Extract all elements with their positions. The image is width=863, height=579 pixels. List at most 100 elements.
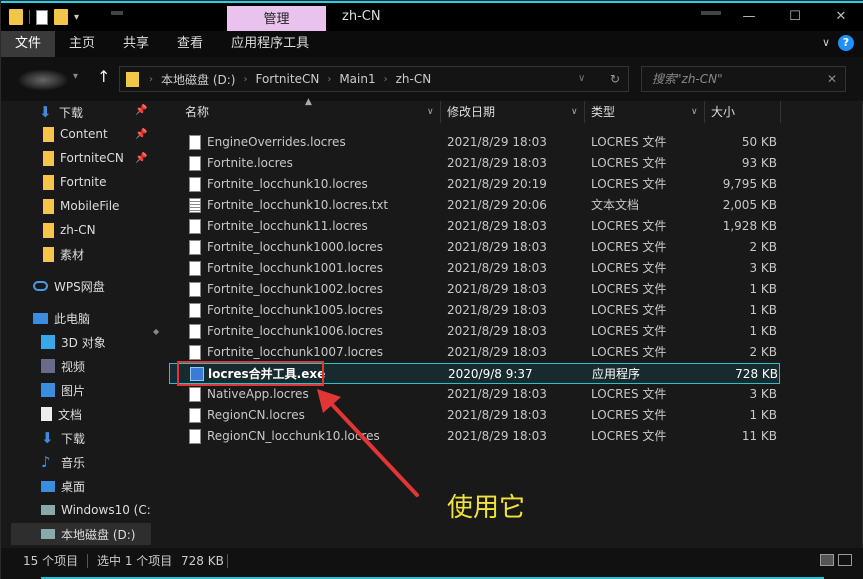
tab-application-tools[interactable]: 应用程序工具 [217,31,323,57]
column-divider[interactable] [440,101,441,123]
nav-item-desktop[interactable]: 桌面 [41,475,161,497]
tab-file[interactable]: 文件 [1,31,56,57]
clear-search-icon[interactable]: ✕ [827,67,837,91]
file-row[interactable]: Fortnite_locchunk1002.locres 2021/8/29 18… [169,279,780,300]
file-row[interactable]: Fortnite_locchunk1000.locres 2021/8/29 18… [169,237,780,258]
file-row[interactable]: Fortnite_locchunk1007.locres 2021/8/29 18… [169,342,780,363]
nav-item-music[interactable]: ♪ 音乐 [41,451,161,473]
new-folder-icon[interactable] [54,9,68,25]
chevron-right-icon[interactable]: › [243,74,247,85]
nav-item-zh-cn[interactable]: zh-CN [43,219,161,241]
breadcrumb-main1[interactable]: Main1 [339,72,375,86]
file-row[interactable]: Fortnite_locchunk11.locres 2021/8/29 18:0… [169,216,780,237]
nav-item-drive-c[interactable]: Windows10 (C: [41,499,151,521]
nav-item-label: Content [60,127,108,141]
refresh-icon[interactable]: ↻ [610,72,620,86]
annotation-text: 使用它 [447,493,526,523]
file-icon [189,324,201,339]
folder-icon [43,222,54,238]
context-tab-manage[interactable]: 管理 [227,6,326,33]
cube-icon [41,335,55,349]
breadcrumb-fortnitecn[interactable]: FortniteCN [255,72,319,86]
nav-item-fortnite[interactable]: Fortnite [43,171,161,193]
up-arrow-icon[interactable]: ↑ [97,67,110,86]
file-name: Fortnite_locchunk1006.locres [207,324,384,338]
window-controls: — ☐ ✕ [726,3,863,33]
column-divider[interactable] [584,101,585,123]
tab-home[interactable]: 主页 [55,31,109,57]
nav-item-sucai[interactable]: 素材 [43,243,161,265]
nav-item-documents[interactable]: 文档 [41,403,161,425]
customize-toolbar-chevron-icon[interactable]: ▾ [74,12,79,23]
nav-item-pc-downloads[interactable]: ⬇ 下载 [41,427,161,449]
annotation-arrow-icon [317,389,419,497]
help-icon[interactable]: ? [838,35,854,51]
nav-item-wps-cloud[interactable]: WPS网盘 [33,275,161,297]
file-row[interactable]: NativeApp.locres 2021/8/29 18:03 LOCRES 文件… [169,384,780,405]
tab-share[interactable]: 共享 [109,31,163,57]
properties-icon[interactable] [36,9,48,25]
file-row[interactable]: Fortnite_locchunk10.locres.txt 2021/8/29 … [169,195,780,216]
file-row[interactable]: RegionCN.locres 2021/8/29 18:03 LOCRES 文件 1… [169,405,780,426]
close-button[interactable]: ✕ [818,3,863,33]
column-filter-chevron-icon[interactable]: ∨ [571,101,578,123]
column-header-size[interactable]: 大小 [711,101,781,123]
file-date: 2021/8/29 18:03 [447,429,547,443]
breadcrumb-drive[interactable]: 本地磁盘 (D:) [161,71,235,88]
breadcrumb-zh-cn[interactable]: zh-CN [396,72,432,86]
column-filter-chevron-icon[interactable]: ∨ [427,101,434,123]
nav-item-3d-objects[interactable]: 3D 对象 [41,331,161,353]
file-name: Fortnite_locchunk1002.locres [207,282,384,296]
file-row[interactable]: EngineOverrides.locres 2021/8/29 18:03 LOC… [169,132,780,153]
file-row[interactable]: Fortnite_locchunk10.locres 2021/8/29 20:1… [169,174,780,195]
nav-item-this-pc[interactable]: 此电脑 [33,307,161,329]
navigation-bar: ▾ ↑ › 本地磁盘 (D:) › FortniteCN › Main1 › z… [1,57,863,101]
file-row[interactable]: Fortnite_locchunk1006.locres 2021/8/29 18… [169,321,780,342]
address-bar[interactable]: › 本地磁盘 (D:) › FortniteCN › Main1 › zh-CN… [119,66,629,92]
tab-view[interactable]: 查看 [163,31,217,57]
back-forward-logo-icon[interactable] [17,69,69,91]
maximize-button[interactable]: ☐ [772,3,818,33]
navigation-pane-scrollbar[interactable]: ◆ [151,101,161,548]
column-divider[interactable] [780,101,781,123]
column-filter-chevron-icon[interactable]: ∨ [691,101,698,123]
column-header-date[interactable]: 修改日期 [447,101,583,123]
details-view-icon[interactable] [820,554,834,566]
file-row[interactable]: Fortnite.locres 2021/8/29 18:03 LOCRES 文件 9… [169,153,780,174]
file-row[interactable]: Fortnite_locchunk1005.locres 2021/8/29 18… [169,300,780,321]
nav-item-drive-d[interactable]: 本地磁盘 (D:) [11,523,151,545]
chevron-right-icon[interactable]: › [384,74,388,85]
search-input[interactable]: 搜索"zh-CN" ✕ [641,66,846,92]
column-header-type[interactable]: 类型 [591,101,703,123]
nav-item-pictures[interactable]: 图片 [41,379,161,401]
column-header-label: 大小 [711,105,736,119]
file-size: 1,928 KB [722,219,777,233]
annotation-highlight-box [177,361,324,386]
nav-item-label: 图片 [61,383,86,398]
file-row[interactable]: Fortnite_locchunk1001.locres 2021/8/29 18… [169,258,780,279]
title-bar: ▾ 管理 zh-CN — ☐ ✕ [1,1,863,33]
file-row[interactable]: RegionCN_locchunk10.locres 2021/8/29 18:0… [169,426,780,447]
recent-locations-chevron-icon[interactable]: ▾ [73,71,78,82]
chevron-right-icon[interactable]: › [327,74,331,85]
selection-size: 728 KB [181,554,224,568]
large-icons-view-icon[interactable] [838,554,852,566]
title-decoration [111,11,123,15]
column-header-name[interactable]: 名称 [185,101,439,123]
file-icon [189,282,201,297]
nav-item-mobilefile[interactable]: MobileFile [43,195,161,217]
address-dropdown-chevron-icon[interactable]: ∨ [578,73,585,84]
expand-ribbon-chevron-icon[interactable]: ∨ [822,36,830,49]
nav-item-videos[interactable]: 视频 [41,355,161,377]
selection-count: 选中 1 个项目 [97,554,173,568]
pin-icon[interactable]: 📌 [135,153,147,164]
chevron-right-icon[interactable]: › [149,74,153,85]
scrollbar-thumb[interactable]: ◆ [153,327,159,336]
folder-icon [43,150,54,166]
pin-icon[interactable]: 📌 [135,129,147,140]
file-size: 1 KB [749,282,777,296]
column-divider[interactable] [704,101,705,123]
pin-icon[interactable]: 📌 [135,105,147,116]
document-icon [41,407,52,421]
minimize-button[interactable]: — [726,3,772,33]
